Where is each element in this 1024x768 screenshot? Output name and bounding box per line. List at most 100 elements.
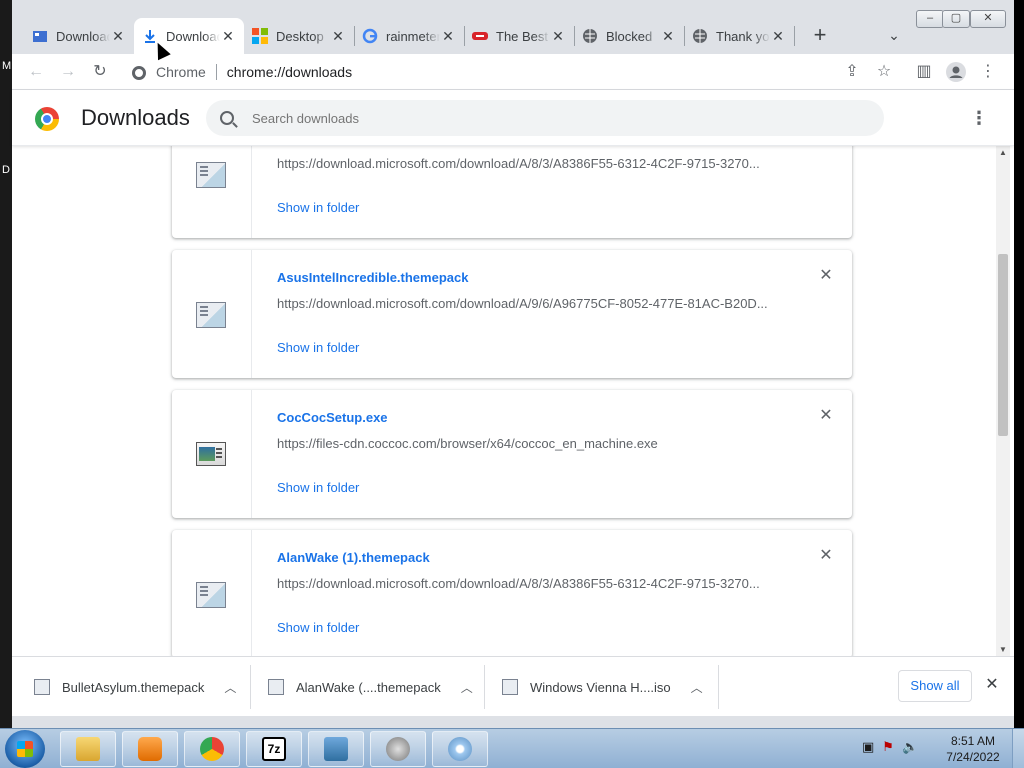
tab-divider	[794, 26, 795, 46]
downloads-list: https://download.microsoft.com/download/…	[12, 146, 1014, 656]
remove-download-close-icon[interactable]: ✕	[818, 268, 834, 284]
download-url[interactable]: https://files-cdn.coccoc.com/browser/x64…	[277, 436, 777, 451]
download-filename[interactable]: CocCocSetup.exe	[277, 410, 388, 425]
start-button[interactable]	[5, 730, 45, 768]
tab-thank-you[interactable]: Thank you ✕	[684, 18, 794, 54]
search-input[interactable]	[252, 110, 852, 126]
show-in-folder-link[interactable]: Show in folder	[277, 480, 359, 495]
close-icon[interactable]: ✕	[440, 28, 456, 45]
scroll-down-arrow-icon[interactable]: ▼	[998, 645, 1008, 654]
download-icon-cell	[172, 530, 252, 656]
remove-download-close-icon[interactable]: ✕	[818, 408, 834, 424]
chevron-up-icon[interactable]: ︿	[461, 679, 473, 696]
taskbar: 7z ▣ ⚑ 🔈 8:51 AM 7/24/2022	[0, 728, 1024, 768]
taskbar-explorer[interactable]	[60, 731, 116, 767]
download-card: AlanWake (1).themepack https://download.…	[172, 530, 852, 656]
shelf-item[interactable]: BulletAsylum.themepack ︿	[34, 665, 236, 709]
menu-icon[interactable]: ⋮	[976, 60, 1000, 84]
download-icon-cell	[172, 250, 252, 378]
side-panel-icon[interactable]: ▥	[912, 60, 936, 84]
share-icon[interactable]: ⇪	[840, 60, 864, 84]
maximize-button[interactable]: ▢	[942, 10, 970, 28]
chrome-chip-label: Chrome	[156, 64, 206, 80]
scrollbar-thumb[interactable]	[998, 254, 1008, 436]
show-all-button[interactable]: Show all	[898, 670, 972, 702]
chevron-up-icon[interactable]: ︿	[224, 679, 236, 696]
tab-downloads-active[interactable]: Downloads ✕	[134, 18, 244, 54]
shelf-item[interactable]: Windows Vienna H....iso ︿	[502, 665, 703, 709]
tab-title: Desktop	[276, 28, 324, 44]
download-icon	[142, 28, 158, 44]
minimize-button[interactable]: –	[916, 10, 944, 28]
shelf-divider	[250, 665, 251, 709]
show-in-folder-link[interactable]: Show in folder	[277, 340, 359, 355]
remove-download-close-icon[interactable]: ✕	[818, 548, 834, 564]
vertical-scrollbar[interactable]: ▲ ▼	[996, 146, 1010, 656]
close-icon[interactable]: ✕	[220, 28, 236, 45]
close-shelf-icon[interactable]: ✕	[984, 677, 1000, 693]
browser-toolbar: ← → ↻ Chrome chrome://downloads ⇪ ☆ ▥ ⋮	[12, 54, 1014, 90]
tab-downloads-1[interactable]: Downloads ✕	[24, 18, 134, 54]
scroll-up-arrow-icon[interactable]: ▲	[998, 148, 1008, 157]
action-center-flag-icon[interactable]: ⚑	[882, 739, 894, 755]
search-box[interactable]	[206, 100, 884, 136]
download-filename[interactable]: AsusIntelIncredible.themepack	[277, 270, 468, 285]
show-in-folder-link[interactable]: Show in folder	[277, 620, 359, 635]
close-icon[interactable]: ✕	[550, 28, 566, 45]
tab-the-best[interactable]: The Best ✕	[464, 18, 574, 54]
themepack-file-icon	[196, 302, 226, 328]
show-in-folder-link[interactable]: Show in folder	[277, 200, 359, 215]
download-icon-cell	[172, 390, 252, 518]
tab-title: The Best	[496, 28, 549, 44]
network-icon[interactable]: ▣	[862, 739, 874, 755]
taskbar-media-player[interactable]	[122, 731, 178, 767]
address-divider	[215, 64, 217, 80]
window-frame-bottom	[12, 716, 1014, 728]
shelf-item[interactable]: AlanWake (....themepack ︿	[268, 665, 473, 709]
chevron-down-icon[interactable]: ⌄	[884, 27, 904, 47]
microsoft-icon	[252, 28, 268, 44]
tab-blocked[interactable]: Blocked ✕	[574, 18, 684, 54]
tab-desktop[interactable]: Desktop ✕	[244, 18, 354, 54]
desktop-label-m: M	[2, 60, 12, 72]
taskbar-speaker[interactable]	[370, 731, 426, 767]
chrome-icon	[200, 737, 224, 761]
forward-button[interactable]: →	[56, 60, 80, 84]
more-options-icon[interactable]: ⋮	[970, 106, 988, 130]
address-bar[interactable]: Chrome chrome://downloads	[122, 58, 912, 86]
taskbar-disc[interactable]	[432, 731, 488, 767]
close-icon[interactable]: ✕	[660, 28, 676, 45]
download-url[interactable]: https://download.microsoft.com/download/…	[277, 576, 777, 591]
tab-title: Downloads	[56, 28, 110, 44]
download-card: https://download.microsoft.com/download/…	[172, 146, 852, 238]
globe-icon	[692, 28, 708, 44]
taskbar-control-panel[interactable]	[308, 731, 364, 767]
taskbar-7zip[interactable]: 7z	[246, 731, 302, 767]
taskbar-clock[interactable]: 8:51 AM 7/24/2022	[938, 733, 1008, 765]
profile-avatar[interactable]	[944, 60, 968, 84]
download-url[interactable]: https://download.microsoft.com/download/…	[277, 156, 777, 171]
close-icon[interactable]: ✕	[770, 28, 786, 45]
close-icon[interactable]: ✕	[330, 28, 346, 45]
reload-button[interactable]: ↻	[88, 60, 112, 84]
back-button[interactable]: ←	[24, 60, 48, 84]
close-icon[interactable]: ✕	[110, 28, 126, 45]
tab-rainmeter[interactable]: rainmeter ✕	[354, 18, 464, 54]
desktop-edge: M D	[0, 0, 12, 728]
bookmark-star-icon[interactable]: ☆	[872, 60, 896, 84]
chrome-window: Downloads ✕ Downloads ✕ Desktop ✕ rainme…	[12, 0, 1014, 728]
disc-icon	[448, 737, 472, 761]
close-window-button[interactable]: ✕	[970, 10, 1006, 28]
download-card: CocCocSetup.exe https://files-cdn.coccoc…	[172, 390, 852, 518]
volume-icon[interactable]: 🔈	[902, 739, 918, 755]
new-tab-button[interactable]: +	[808, 24, 832, 48]
show-desktop-button[interactable]	[1012, 729, 1024, 768]
shelf-item-label: Windows Vienna H....iso	[530, 679, 671, 695]
download-icon-cell	[172, 146, 252, 238]
desktop-label-d: D	[2, 164, 10, 176]
chevron-up-icon[interactable]: ︿	[691, 679, 703, 696]
taskbar-chrome[interactable]	[184, 731, 240, 767]
download-url[interactable]: https://download.microsoft.com/download/…	[277, 296, 777, 311]
system-tray: ▣ ⚑ 🔈	[862, 739, 918, 755]
download-filename[interactable]: AlanWake (1).themepack	[277, 550, 430, 565]
